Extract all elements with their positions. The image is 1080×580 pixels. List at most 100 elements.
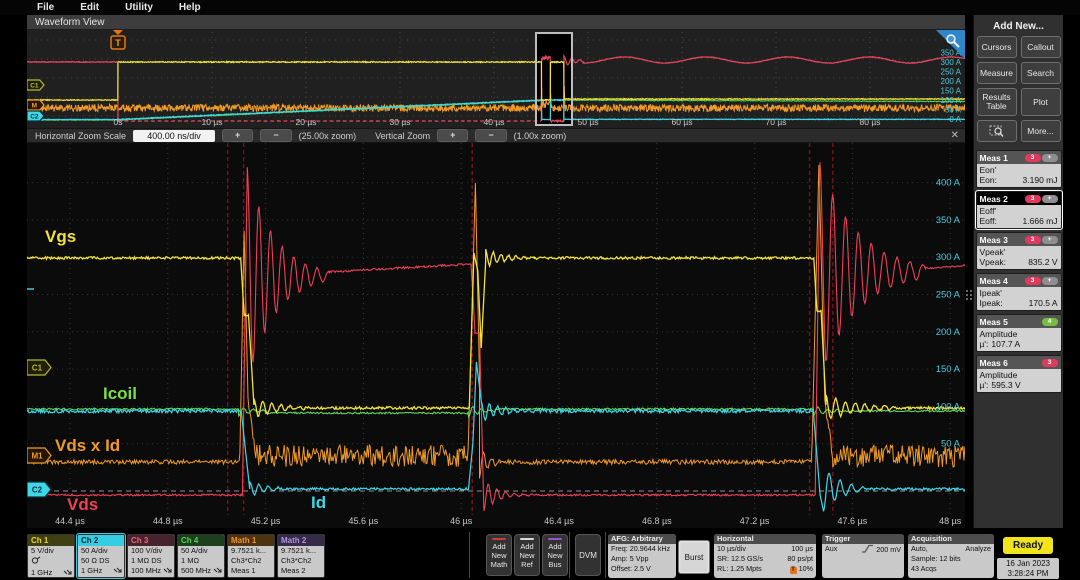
afg-offset: Offset: 2.5 V bbox=[608, 564, 676, 574]
add-new-callout-button[interactable]: Callout bbox=[1021, 36, 1061, 58]
measurement-card-meas-6[interactable]: Meas 63Amplitudeµ':595.3 V bbox=[976, 355, 1062, 393]
channel-ref-badge-c1[interactable]: C1 bbox=[27, 80, 44, 90]
menu-help[interactable]: Help bbox=[179, 2, 201, 13]
source-badge: + bbox=[1042, 195, 1058, 203]
channel-bandwidth: 1 GHz bbox=[78, 566, 124, 576]
measurement-value: 170.5 A bbox=[1029, 298, 1058, 308]
channel-ref-badge-c2[interactable]: C2 bbox=[27, 482, 51, 497]
burst-button[interactable]: Burst bbox=[678, 540, 710, 574]
trigger-panel[interactable]: Trigger Aux 200 mV bbox=[822, 534, 904, 578]
measurement-value: 1.666 mJ bbox=[1023, 216, 1058, 226]
divider bbox=[569, 532, 570, 578]
channel-ref-badge-c1[interactable]: C1 bbox=[27, 360, 51, 375]
source-badge: + bbox=[1042, 154, 1058, 162]
date-label: 16 Jan 2023 bbox=[997, 559, 1059, 569]
measurement-header: Meas 54 bbox=[977, 315, 1061, 328]
channel-badge-header: Math 1 bbox=[228, 535, 274, 546]
measurement-line1: Ipeak' bbox=[980, 288, 1058, 298]
main-y-tick: 50 A bbox=[941, 439, 961, 450]
overview-y-tick: 50 A bbox=[945, 106, 962, 115]
menu-utility[interactable]: Utility bbox=[125, 2, 153, 13]
measurement-card-meas-4[interactable]: Meas 43+Ipeak'Ipeak:170.5 A bbox=[976, 273, 1062, 311]
measurement-name: Meas 5 bbox=[980, 317, 1008, 327]
svg-text:C1: C1 bbox=[32, 363, 43, 372]
channel-badge-ch-4[interactable]: Ch 450 A/div1 MΩ500 MHz bbox=[177, 534, 225, 578]
measurement-source-badges: 3+ bbox=[1025, 154, 1058, 162]
menu-file[interactable]: File bbox=[37, 2, 54, 13]
channel-ref-badge-m[interactable]: M bbox=[27, 100, 44, 110]
measurement-line2: Eoff: 1.666 mJ bbox=[980, 216, 1058, 226]
main-y-tick: 100 A bbox=[936, 401, 961, 412]
add-new-measure-button[interactable]: Measure bbox=[977, 62, 1017, 84]
waveform-view-title: Waveform View bbox=[27, 17, 104, 28]
settings-bar: Ch 15 V/div1 GHzCh 250 A/div50 Ω DS1 GHz… bbox=[0, 528, 1080, 580]
dvm-button[interactable]: DVM bbox=[575, 534, 601, 576]
channel-badge-ch-2[interactable]: Ch 250 A/div50 Ω DS1 GHz bbox=[77, 534, 125, 578]
measurement-card-meas-5[interactable]: Meas 54Amplitudeµ':107.7 A bbox=[976, 314, 1062, 352]
overview-waveform-plot[interactable]: 0s10 µs20 µs30 µs40 µs50 µs60 µs70 µs80 … bbox=[27, 30, 965, 128]
measurement-value: 595.3 V bbox=[991, 380, 1020, 390]
afg-panel[interactable]: AFG: Arbitrary Freq: 20.9644 kHz Amp: 5 … bbox=[608, 534, 676, 578]
overview-y-tick: 300 A bbox=[941, 58, 962, 67]
h-zoom-plus-button[interactable]: + bbox=[222, 129, 253, 142]
measurement-card-meas-3[interactable]: Meas 33+Vpeak'Vpeak: 835.2 V bbox=[976, 232, 1062, 270]
channel-badge-math-1[interactable]: Math 19.7521 k...Ch3*Ch2Meas 1 bbox=[227, 534, 275, 578]
measurement-name: Meas 1 bbox=[980, 153, 1008, 163]
add-new-header: Add New... bbox=[974, 15, 1063, 36]
measurement-line1: Vpeak' bbox=[980, 247, 1058, 257]
close-icon[interactable]: ✕ bbox=[951, 130, 959, 141]
measurement-value-label: Vpeak: bbox=[980, 257, 1006, 267]
waveform-view-tab-bar: Waveform View bbox=[27, 15, 965, 30]
add-new-more-button[interactable]: More... bbox=[1021, 120, 1061, 142]
channel-scale: 50 A/div bbox=[78, 546, 124, 556]
zoomed-waveform-plot[interactable]: 44.4 µs44.8 µs45.2 µs45.6 µs46 µs46.4 µs… bbox=[27, 143, 965, 528]
measurement-header: Meas 33+ bbox=[977, 233, 1061, 246]
add-new-line: Add bbox=[543, 542, 567, 551]
add-new-line: Ref bbox=[515, 560, 539, 569]
add-new-cursors-button[interactable]: Cursors bbox=[977, 36, 1017, 58]
source-badge: 3 bbox=[1025, 236, 1041, 244]
menu-edit[interactable]: Edit bbox=[80, 2, 99, 13]
measurement-name: Meas 4 bbox=[980, 276, 1008, 286]
channel-bandwidth: 500 MHz bbox=[178, 566, 224, 576]
measurement-card-meas-2[interactable]: Meas 23+Eoff'Eoff:1.666 mJ bbox=[976, 191, 1062, 229]
v-zoom-plus-button[interactable]: + bbox=[437, 129, 468, 142]
svg-text:C2: C2 bbox=[30, 113, 39, 120]
horizontal-panel[interactable]: Horizontal 10 µs/div100 µs SR: 12.5 GS/s… bbox=[714, 534, 816, 578]
panel-splitter-handle[interactable] bbox=[966, 290, 973, 300]
v-zoom-minus-button[interactable]: − bbox=[475, 129, 506, 142]
add-new-line: Add bbox=[515, 542, 539, 551]
add-new-bus-button[interactable]: AddNewBus bbox=[542, 534, 568, 576]
channel-badge-math-2[interactable]: Math 29.7521 k...Ch3*Ch2Meas 2 bbox=[277, 534, 325, 578]
measurement-value: 835.2 V bbox=[1028, 257, 1057, 267]
overview-x-tick: 80 µs bbox=[860, 117, 881, 127]
measurement-line1: Amplitude bbox=[980, 370, 1058, 380]
add-new-plot-button[interactable]: Plot bbox=[1021, 88, 1061, 116]
acquisition-count: 43 Acqs bbox=[908, 564, 994, 574]
h-zoom-minus-button[interactable]: − bbox=[260, 129, 291, 142]
zoom-select-button[interactable] bbox=[977, 120, 1017, 142]
add-new-math-button[interactable]: AddNewMath bbox=[486, 534, 512, 576]
measurement-value-label: Eoff: bbox=[980, 216, 997, 226]
horizontal-zoom-scale-bar: Horizontal Zoom Scale 400.00 ns/div + − … bbox=[27, 128, 965, 143]
channel-ref-badge-m1[interactable]: M1 bbox=[27, 448, 51, 463]
measurement-body: Eon'Eon:3.190 mJ bbox=[977, 164, 1061, 187]
trace-label-vds: Vds bbox=[67, 495, 98, 514]
deskew-icon bbox=[113, 567, 122, 575]
acquisition-panel[interactable]: Acquisition Auto,Analyze Sample: 12 bits… bbox=[908, 534, 994, 578]
channel-badge-ch-3[interactable]: Ch 3100 V/div1 MΩ DS100 MHz bbox=[127, 534, 175, 578]
add-new-search-button[interactable]: Search bbox=[1021, 62, 1061, 84]
main-y-tick: 150 A bbox=[936, 364, 961, 375]
channel-ref-badge-c2[interactable]: C2 bbox=[27, 111, 44, 121]
main-x-tick: 47.6 µs bbox=[838, 516, 868, 526]
overview-x-tick: 10 µs bbox=[202, 117, 223, 127]
channel-bandwidth: 1 GHz bbox=[28, 568, 74, 578]
main-x-tick: 46.4 µs bbox=[544, 516, 574, 526]
acquisition-status-badge[interactable]: Ready bbox=[1003, 537, 1053, 554]
add-new-results-table-button[interactable]: Results Table bbox=[977, 88, 1017, 116]
channel-coupling: Ch3*Ch2 bbox=[278, 556, 324, 566]
channel-badge-ch-1[interactable]: Ch 15 V/div1 GHz bbox=[27, 534, 75, 578]
horizontal-zoom-scale-input[interactable]: 400.00 ns/div bbox=[133, 130, 215, 142]
add-new-ref-button[interactable]: AddNewRef bbox=[514, 534, 540, 576]
measurement-card-meas-1[interactable]: Meas 1 3+ Eon'Eon:3.190 mJ bbox=[976, 150, 1062, 188]
